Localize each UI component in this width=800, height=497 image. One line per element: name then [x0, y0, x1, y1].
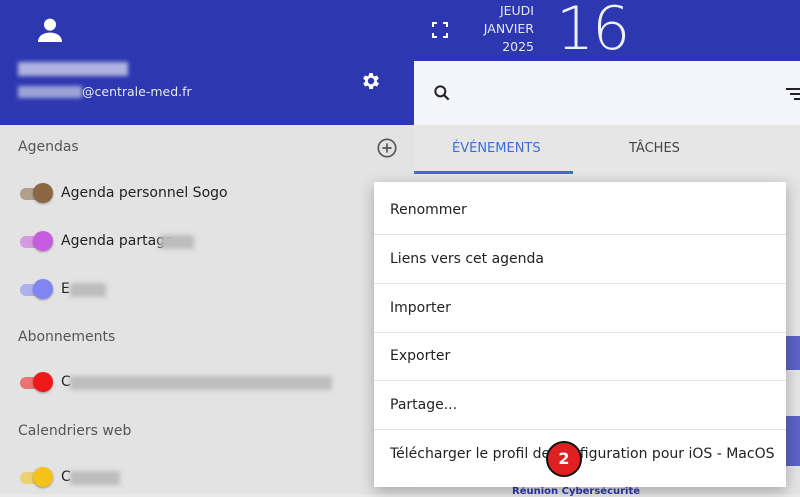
event-block[interactable] — [786, 416, 800, 466]
calendar-context-menu: Renommer Liens vers cet agenda Importer … — [374, 182, 786, 487]
menu-item-rename[interactable]: Renommer — [374, 186, 786, 235]
subscription-item[interactable]: C — [18, 369, 398, 397]
weekday-label: JEUDI — [499, 3, 534, 18]
user-email-redacted — [18, 86, 82, 98]
calendar-label: E — [61, 281, 70, 297]
redacted-text — [70, 471, 120, 485]
user-name-redacted — [18, 62, 128, 76]
year-label: 2025 — [502, 39, 534, 54]
date-label: JEUDI JANVIER 2025 — [478, 2, 534, 56]
redacted-text — [70, 376, 332, 390]
user-email: @centrale-med.fr — [82, 84, 192, 99]
web-calendar-item[interactable]: C — [18, 464, 398, 492]
calendar-label: Agenda partage — [61, 233, 174, 249]
event-block[interactable] — [786, 336, 800, 370]
event-title-peek[interactable]: Réunion Cybersécurité — [512, 486, 640, 497]
menu-item-label: Renommer — [390, 202, 467, 218]
add-calendar-icon[interactable] — [376, 137, 398, 159]
section-agendas: Agendas — [18, 139, 79, 155]
gear-icon[interactable] — [360, 70, 382, 92]
calendar-item-personnel[interactable]: Agenda personnel Sogo — [18, 180, 398, 208]
day-number: 16 — [556, 0, 630, 64]
filter-icon[interactable] — [786, 87, 800, 101]
menu-item-import[interactable]: Importer — [374, 284, 786, 333]
tab-bar: ÉVÉNEMENTS TÂCHES — [414, 125, 800, 175]
menu-item-share[interactable]: Partage... — [374, 381, 786, 430]
menu-item-label: Liens vers cet agenda — [390, 251, 544, 267]
menu-item-label: Exporter — [390, 348, 451, 364]
tab-events[interactable]: ÉVÉNEMENTS — [452, 141, 541, 156]
calendar-toggle[interactable] — [33, 183, 53, 203]
section-calendriers-web: Calendriers web — [18, 423, 132, 439]
menu-item-label: Télécharger le profil de configuration p… — [390, 446, 775, 462]
date-header: JEUDI JANVIER 2025 16 — [414, 0, 800, 64]
calendar-item-e[interactable]: E — [18, 276, 398, 304]
redacted-text — [160, 235, 194, 249]
fullscreen-icon[interactable] — [432, 22, 448, 38]
calendar-label: Agenda personnel Sogo — [61, 185, 228, 201]
user-icon — [38, 18, 62, 42]
section-abonnements: Abonnements — [18, 329, 116, 345]
calendar-toggle[interactable] — [33, 231, 53, 251]
calendar-item-partage[interactable]: Agenda partage — [18, 228, 398, 256]
calendar-toggle[interactable] — [33, 279, 53, 299]
tab-tasks[interactable]: TÂCHES — [629, 141, 680, 156]
menu-item-export[interactable]: Exporter — [374, 332, 786, 381]
menu-item-label: Importer — [390, 300, 451, 316]
search-icon[interactable] — [432, 83, 452, 103]
redacted-text — [70, 283, 106, 297]
month-label: JANVIER — [483, 21, 534, 36]
calendar-toggle[interactable] — [33, 467, 53, 487]
menu-item-links[interactable]: Liens vers cet agenda — [374, 235, 786, 284]
step-marker: 2 — [546, 441, 582, 477]
calendar-toggle[interactable] — [33, 372, 53, 392]
sidebar: @centrale-med.fr Agendas Agenda personne… — [0, 0, 414, 494]
user-panel: @centrale-med.fr — [0, 0, 414, 125]
search-bar — [414, 61, 800, 125]
menu-item-label: Partage... — [390, 397, 458, 413]
active-tab-indicator — [414, 171, 573, 174]
